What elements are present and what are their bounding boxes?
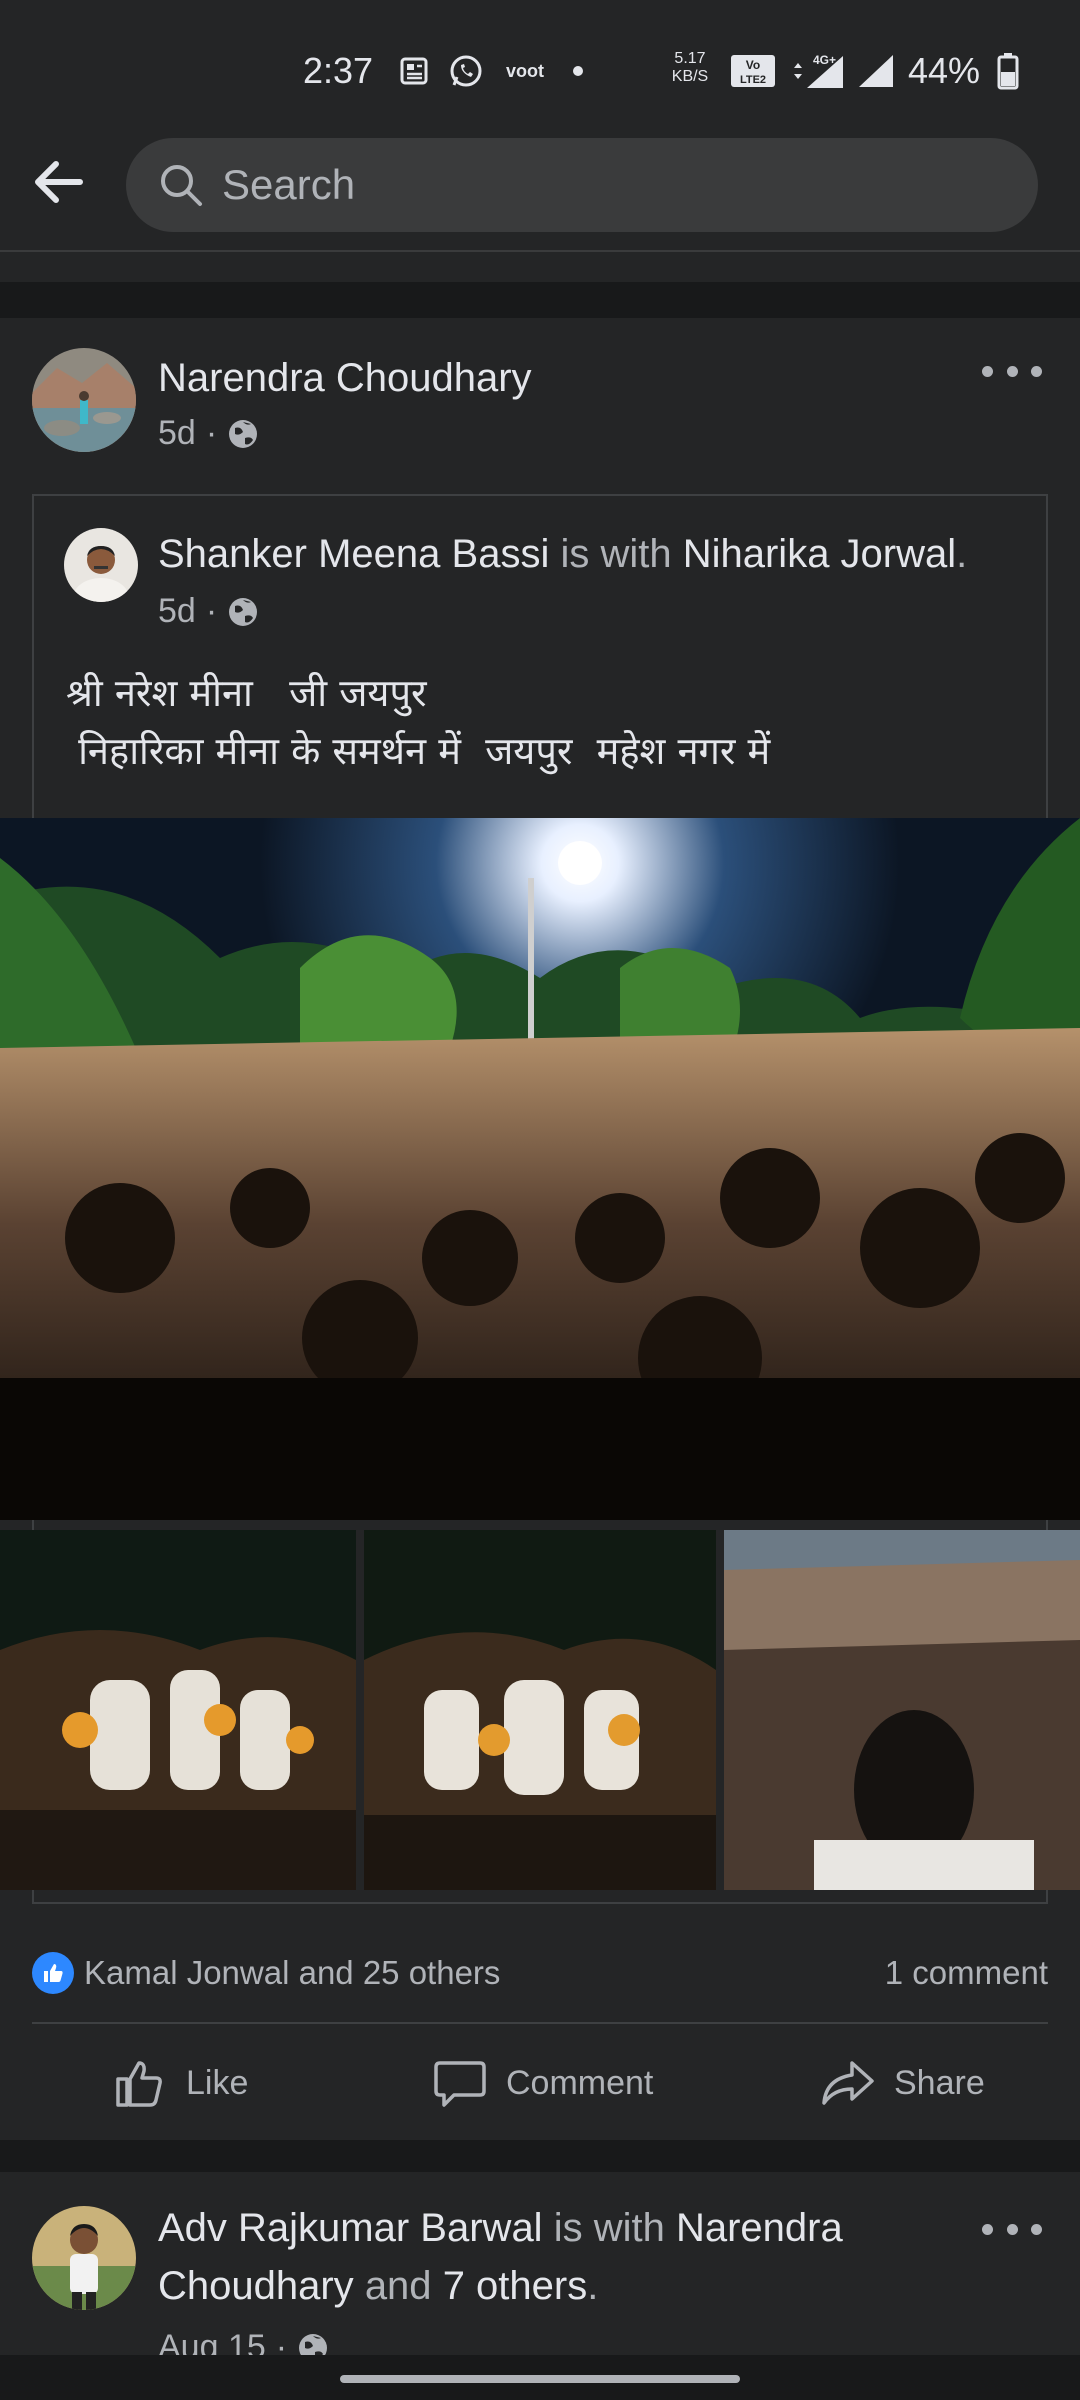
search-box[interactable]	[126, 138, 1038, 232]
avatar[interactable]	[32, 2206, 136, 2310]
battery-icon	[996, 53, 1020, 90]
post-author[interactable]: Narendra Choudhary	[158, 356, 532, 401]
feed-separator	[0, 252, 1080, 282]
tagged-user[interactable]: Narendra	[676, 2206, 843, 2250]
post-meta: 5d ·	[158, 414, 259, 453]
divider	[32, 2022, 1048, 2024]
more-options-button[interactable]	[982, 2214, 1042, 2244]
comments-count[interactable]: 1 comment	[885, 1938, 1048, 2008]
home-gesture-bar[interactable]	[340, 2375, 740, 2383]
comment-icon	[434, 2061, 486, 2107]
search-header	[0, 110, 1080, 252]
voot-icon: voot	[506, 60, 544, 81]
globe-icon	[229, 597, 258, 626]
search-icon	[161, 165, 202, 206]
share-label: Share	[894, 2063, 985, 2102]
thumbs-up-icon	[116, 2061, 162, 2107]
post-text-line-1: श्री नरेश मीना जी जयपुर	[66, 671, 427, 715]
reactions-summary[interactable]: Kamal Jonwal and 25 others	[32, 1938, 500, 2008]
back-arrow-icon	[35, 161, 83, 203]
post-card: Narendra Choudhary 5d · Shanker Meena Ba…	[0, 318, 1080, 2140]
post-photo-main[interactable]	[0, 818, 1080, 1520]
shared-time: 5d	[158, 592, 196, 630]
shared-author-line: Shanker Meena Bassi is with Niharika Jor…	[158, 532, 968, 576]
like-label: Like	[186, 2063, 249, 2102]
post-photo-thumb-1[interactable]	[0, 1530, 356, 1890]
shared-avatar[interactable]	[64, 528, 138, 602]
whatsapp-icon	[446, 54, 486, 88]
svg-text:Vo: Vo	[746, 58, 760, 72]
post-time: 5d	[158, 414, 196, 452]
back-button[interactable]	[28, 152, 88, 212]
search-input[interactable]	[222, 138, 1002, 232]
tagged-user[interactable]: Niharika Jorwal	[683, 532, 956, 576]
share-button[interactable]: Share	[820, 2028, 985, 2138]
data-arrows-icon: 4G+	[790, 53, 846, 88]
battery-percent: 44%	[908, 50, 981, 91]
post-author[interactable]: Adv Rajkumar Barwal	[158, 2206, 543, 2250]
tagged-user-cont[interactable]: Choudhary	[158, 2264, 354, 2308]
signal-icon	[856, 54, 896, 88]
volte-icon: Vo LTE2	[728, 54, 778, 88]
comment-button[interactable]: Comment	[432, 2028, 653, 2138]
svg-text:LTE2: LTE2	[740, 74, 766, 86]
news-icon	[396, 54, 432, 88]
post-author-line-2: Choudhary and 7 others.	[158, 2264, 599, 2308]
post-photo-thumb-3[interactable]	[724, 1530, 1080, 1890]
shared-author[interactable]: Shanker Meena Bassi	[158, 532, 549, 576]
shared-meta: 5d ·	[158, 592, 259, 631]
post-author-line: Adv Rajkumar Barwal is with Narendra	[158, 2206, 843, 2250]
post-text-line-2: निहारिका मीना के समर्थन में जयपुर महेश न…	[66, 729, 771, 773]
globe-icon	[229, 419, 258, 448]
share-arrow-icon	[822, 2061, 874, 2105]
comment-label: Comment	[506, 2063, 654, 2102]
net-speed: 5.17 KB/S	[671, 50, 709, 85]
svg-text:4G+: 4G+	[813, 53, 836, 67]
like-reaction-icon	[32, 1952, 74, 1994]
post-card: Adv Rajkumar Barwal is with Narendra Cho…	[0, 2172, 1080, 2366]
tagged-others[interactable]: 7 others	[443, 2264, 588, 2308]
more-options-button[interactable]	[982, 356, 1042, 386]
post-photo-thumb-2[interactable]	[364, 1530, 716, 1890]
reactions-text: Kamal Jonwal and 25 others	[84, 1954, 501, 1991]
like-button[interactable]: Like	[112, 2028, 248, 2138]
avatar[interactable]	[32, 348, 136, 452]
status-time: 2:37	[303, 50, 374, 91]
dot-icon	[568, 54, 588, 88]
